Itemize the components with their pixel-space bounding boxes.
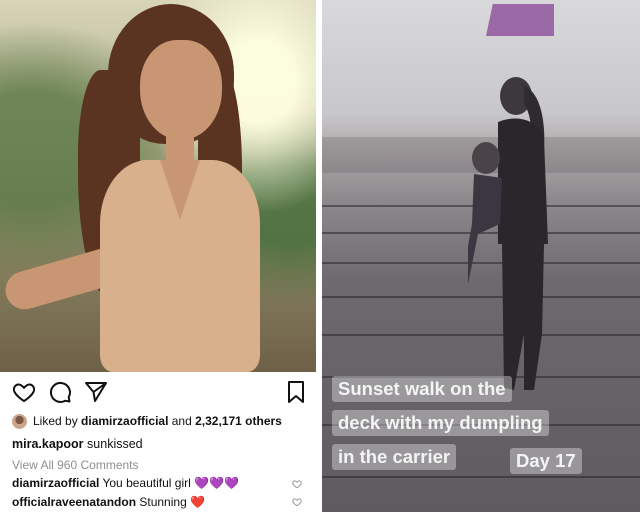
comment-text: You beautiful girl [102,476,191,490]
liked-by-user[interactable]: diamirzaofficial [81,414,168,428]
comment-icon[interactable] [48,380,72,404]
purple-heart-emoji: 💜💜💜 [194,476,239,490]
comment-text: Stunning [139,495,187,509]
liked-by-and: and [171,414,192,428]
red-heart-emoji: ❤️ [190,495,206,509]
bookmark-icon[interactable] [284,380,308,404]
comment-user[interactable]: diamirzaofficial [12,476,99,490]
post-actions-bar [0,378,316,406]
caption-user[interactable]: mira.kapoor [12,437,84,451]
liked-by-prefix: Liked by [33,414,78,428]
purple-sign [486,4,554,36]
share-icon[interactable] [84,380,108,404]
liked-count[interactable]: 2,32,171 others [195,414,282,428]
comment-user[interactable]: officialraveenatandon [12,495,136,509]
story-text-line: in the carrier [332,444,457,470]
liked-by-row[interactable]: Liked by diamirzaofficial and 2,32,171 o… [12,414,282,432]
post-photo[interactable] [0,0,316,372]
comment-like-heart-icon[interactable] [292,497,302,507]
instagram-post: Liked by diamirzaofficial and 2,32,171 o… [0,0,316,512]
story-day-label: Day 17 [510,448,582,474]
deck-plank [322,476,640,478]
comment-row: officialraveenatandon Stunning ❤️ [12,495,205,509]
liker-avatar[interactable] [12,414,27,430]
story-text-line: deck with my dumpling [332,410,549,436]
caption-text: sunkissed [87,437,143,451]
person-silhouette [468,77,548,390]
caption: mira.kapoor sunkissed [12,437,143,451]
comment-like-heart-icon[interactable] [292,479,302,489]
story-frame[interactable]: Sunset walk on the deck with my dumpling… [322,0,640,512]
comment-row: diamirzaofficial You beautiful girl 💜💜💜 [12,476,239,490]
story-text-line: Sunset walk on the [332,376,512,402]
heart-icon[interactable] [12,380,36,404]
view-all-comments-link[interactable]: View All 960 Comments [12,458,139,472]
